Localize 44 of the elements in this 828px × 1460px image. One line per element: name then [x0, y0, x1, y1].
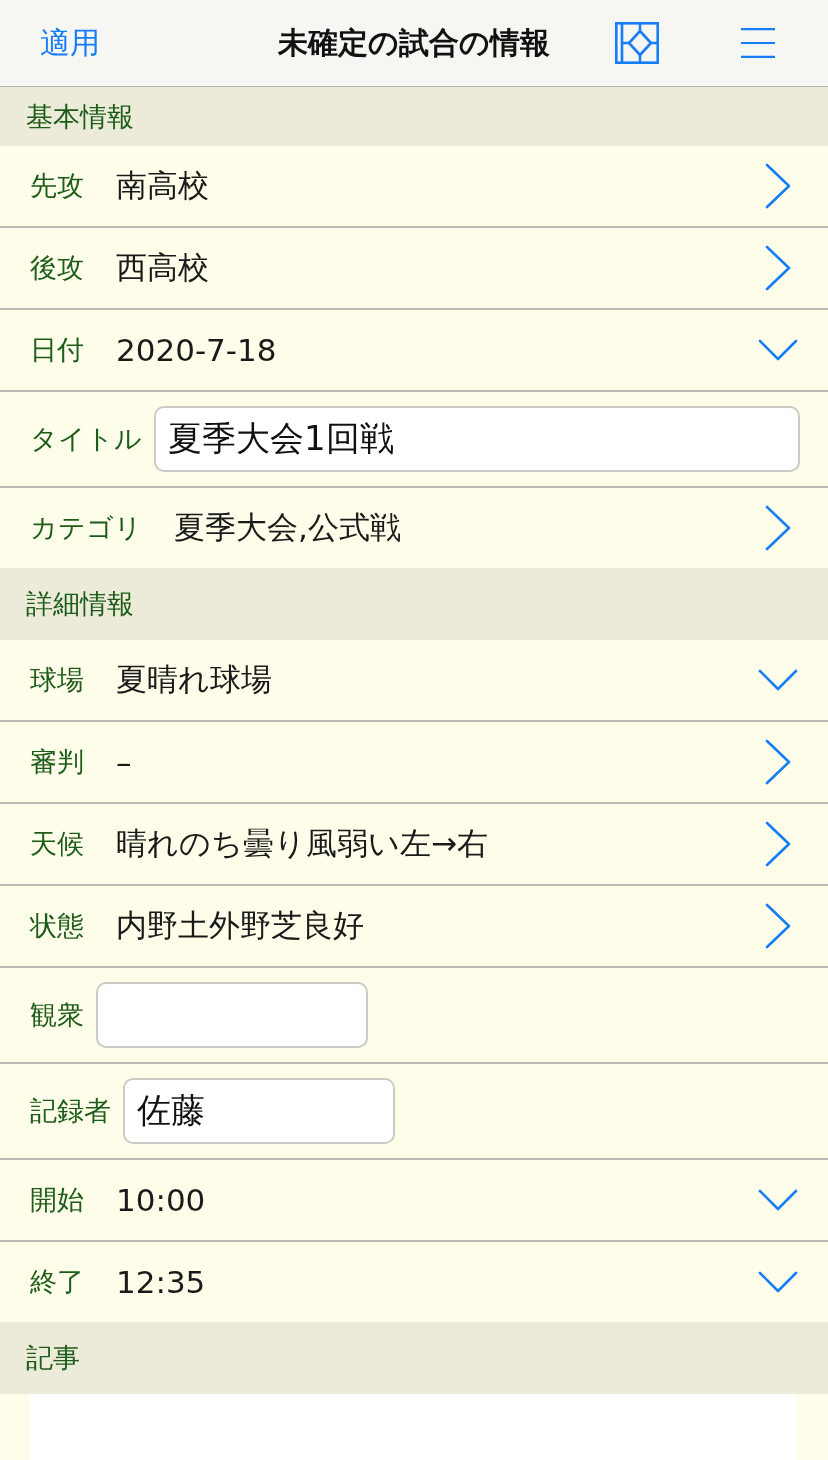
chevron-down-icon[interactable]: [758, 669, 798, 691]
chevron-right-icon[interactable]: [765, 245, 791, 291]
memo-field[interactable]: [30, 1394, 797, 1460]
field-value: 12:35: [116, 1264, 207, 1300]
field-label: 日付: [30, 333, 84, 367]
chevron-right-icon[interactable]: [765, 903, 791, 949]
field-label: 状態: [30, 909, 84, 943]
chevron-right-icon[interactable]: [765, 739, 791, 785]
field-value: 晴れのち曇り風弱い左→右: [116, 824, 489, 863]
menu-icon[interactable]: [741, 28, 775, 58]
field-value: –: [116, 744, 133, 780]
field-label: 記録者: [30, 1094, 111, 1128]
apply-button[interactable]: 適用: [38, 20, 102, 66]
field-label: 審判: [30, 745, 84, 779]
field-value: 南高校: [116, 166, 210, 205]
field-label: 球場: [30, 663, 84, 697]
field-value: 内野土外野芝良好: [116, 906, 365, 945]
section-header: 記事: [0, 1322, 828, 1394]
field-value: 2020-7-18: [116, 332, 278, 368]
section-header: 基本情報: [0, 87, 828, 146]
field-label: 終了: [30, 1265, 84, 1299]
chevron-right-icon[interactable]: [765, 505, 791, 551]
text-field[interactable]: [96, 982, 368, 1048]
field-label: 観衆: [30, 998, 84, 1032]
field-value: 西高校: [116, 248, 210, 287]
field-value: 夏晴れ球場: [116, 660, 273, 699]
chevron-down-icon[interactable]: [758, 1271, 798, 1293]
field-label: 先攻: [30, 169, 84, 203]
section-header: 詳細情報: [0, 568, 828, 640]
chevron-down-icon[interactable]: [758, 339, 798, 361]
text-field[interactable]: 夏季大会1回戦: [154, 406, 800, 472]
field-label: カテゴリ: [30, 511, 142, 545]
chevron-down-icon[interactable]: [758, 1189, 798, 1211]
chevron-right-icon[interactable]: [765, 163, 791, 209]
screen-title: 未確定の試合の情報: [278, 23, 550, 62]
field-value: 10:00: [116, 1182, 207, 1218]
field-label: 開始: [30, 1183, 84, 1217]
field-label: 後攻: [30, 251, 84, 285]
field-label: タイトル: [30, 422, 142, 456]
diamond-grid-icon[interactable]: [615, 22, 659, 64]
field-value: 夏季大会,公式戦: [174, 508, 402, 547]
field-label: 天候: [30, 827, 84, 861]
chevron-right-icon[interactable]: [765, 821, 791, 867]
text-field[interactable]: 佐藤: [123, 1078, 395, 1144]
